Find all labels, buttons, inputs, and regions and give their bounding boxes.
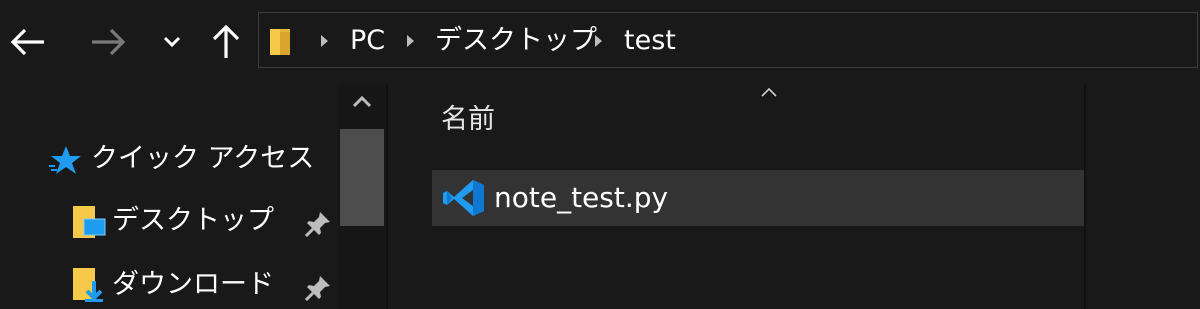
arrow-up-icon — [212, 24, 240, 58]
up-button[interactable] — [206, 22, 246, 62]
chevron-right-icon — [407, 35, 414, 47]
chevron-right-icon — [595, 35, 602, 47]
details-pane — [1086, 84, 1200, 309]
pin-icon[interactable] — [304, 274, 332, 302]
back-button[interactable] — [8, 22, 48, 62]
sort-ascending-icon — [761, 87, 777, 97]
forward-button[interactable] — [88, 22, 128, 62]
recent-locations-button[interactable] — [152, 22, 192, 62]
desktop-folder-icon — [73, 206, 106, 238]
vscode-icon — [443, 180, 484, 216]
star-icon — [49, 146, 81, 174]
downloads-folder-icon — [73, 268, 103, 302]
breadcrumb-desktop[interactable]: デスクトップ — [435, 25, 597, 57]
file-row[interactable]: note_test.py — [432, 170, 1084, 226]
sidebar-item-label: ダウンロード — [112, 269, 274, 300]
scroll-up-arrow-icon[interactable] — [352, 95, 372, 109]
chevron-down-icon — [163, 36, 181, 48]
file-name: note_test.py — [494, 181, 669, 214]
breadcrumb-pc[interactable]: PC — [350, 25, 385, 57]
arrow-left-icon — [10, 28, 44, 56]
address-bar[interactable]: PC デスクトップ test — [258, 12, 1198, 68]
breadcrumb-test[interactable]: test — [624, 25, 676, 57]
sidebar-item-label: クイック アクセス — [91, 143, 315, 174]
chevron-right-icon — [321, 35, 328, 47]
folder-icon — [270, 29, 290, 55]
scrollbar-thumb[interactable] — [340, 129, 384, 226]
pin-icon[interactable] — [304, 210, 332, 238]
column-header-name[interactable]: 名前 — [441, 104, 495, 136]
arrow-right-icon — [92, 28, 126, 56]
sidebar-item-label: デスクトップ — [112, 205, 274, 236]
